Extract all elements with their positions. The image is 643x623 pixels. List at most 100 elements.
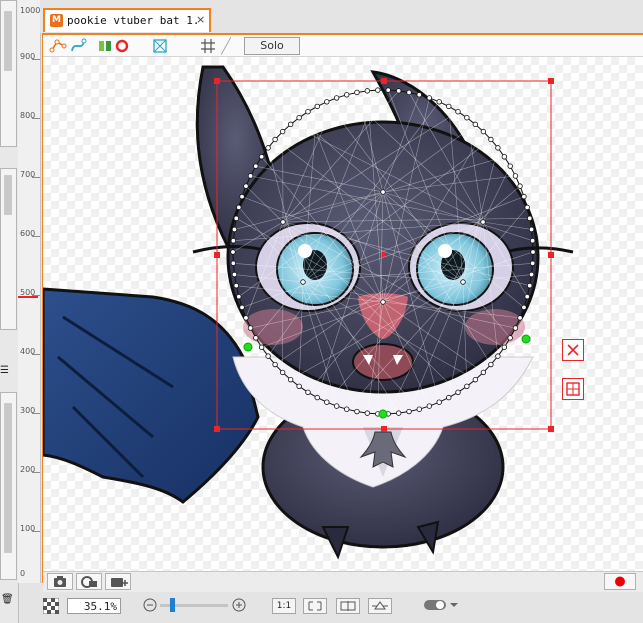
mesh-vertex[interactable] bbox=[253, 163, 259, 169]
mesh-vertex[interactable] bbox=[480, 128, 487, 135]
checker-icon[interactable] bbox=[42, 597, 60, 615]
mesh-vertex[interactable] bbox=[333, 403, 340, 409]
mesh-vertex[interactable] bbox=[480, 369, 487, 376]
mesh-vertex[interactable] bbox=[364, 410, 371, 416]
mesh-vertex[interactable] bbox=[426, 95, 433, 101]
mesh-vertex[interactable] bbox=[460, 279, 466, 285]
mesh-vertex[interactable] bbox=[512, 173, 519, 179]
mesh-vertex[interactable] bbox=[395, 410, 402, 416]
zoom-out-icon[interactable] bbox=[143, 598, 157, 612]
actual-size-button[interactable]: 1:1 bbox=[272, 598, 296, 614]
document-tab[interactable]: M pookie vtuber bat 1. × bbox=[43, 8, 211, 32]
camera-settings-icon[interactable] bbox=[76, 573, 102, 590]
mesh-vertex[interactable] bbox=[501, 344, 508, 350]
mesh-icon[interactable] bbox=[151, 37, 169, 55]
mesh-vertex[interactable] bbox=[300, 279, 306, 285]
mesh-vertex[interactable] bbox=[464, 383, 470, 390]
mesh-vertex[interactable] bbox=[406, 408, 412, 415]
mesh-vertex[interactable] bbox=[314, 103, 320, 110]
mesh-vertex[interactable] bbox=[528, 271, 535, 278]
zoom-in-icon[interactable] bbox=[232, 598, 246, 612]
mesh-vertex[interactable] bbox=[231, 271, 238, 278]
mesh-vertex[interactable] bbox=[380, 189, 386, 195]
mesh-vertex[interactable] bbox=[527, 215, 533, 222]
mesh-vertex[interactable] bbox=[455, 109, 461, 115]
mesh-vertex[interactable] bbox=[488, 361, 494, 368]
mesh-vertex[interactable] bbox=[279, 128, 286, 135]
mesh-vertex[interactable] bbox=[233, 282, 239, 289]
pin-handle[interactable] bbox=[378, 409, 388, 419]
mesh-vertex[interactable] bbox=[287, 121, 294, 128]
mesh-vertex[interactable] bbox=[446, 103, 452, 110]
mesh-vertex[interactable] bbox=[236, 293, 242, 300]
mesh-vertex[interactable] bbox=[354, 408, 360, 415]
left-panel-scrollbar[interactable] bbox=[4, 11, 12, 71]
mesh-vertex[interactable] bbox=[524, 204, 530, 211]
zoom-slider-thumb[interactable] bbox=[170, 598, 175, 612]
mesh-vertex[interactable] bbox=[258, 344, 265, 350]
mesh-vertex[interactable] bbox=[375, 87, 381, 93]
mesh-vertex[interactable] bbox=[296, 383, 302, 390]
mesh-vertex[interactable] bbox=[364, 88, 371, 94]
record-icon[interactable] bbox=[604, 573, 636, 590]
mesh-vertex[interactable] bbox=[455, 389, 461, 395]
close-icon[interactable]: × bbox=[196, 13, 205, 26]
mesh-vertex[interactable] bbox=[472, 376, 479, 383]
mesh-vertex[interactable] bbox=[253, 335, 259, 341]
flip-icon[interactable] bbox=[336, 598, 360, 614]
mesh-vertex[interactable] bbox=[501, 154, 508, 160]
mesh-vertex[interactable] bbox=[395, 88, 402, 94]
reset-icon[interactable] bbox=[368, 598, 392, 614]
mesh-vertex[interactable] bbox=[472, 121, 479, 128]
mesh-vertex[interactable] bbox=[314, 394, 320, 401]
mesh-vertex[interactable] bbox=[521, 304, 527, 311]
camera-add-icon[interactable] bbox=[105, 573, 131, 590]
warp-deformer-icon[interactable] bbox=[562, 378, 584, 400]
mesh-vertex[interactable] bbox=[258, 154, 265, 160]
mesh-vertex[interactable] bbox=[272, 361, 278, 368]
close-deformer-icon[interactable] bbox=[562, 339, 584, 361]
mesh-vertex[interactable] bbox=[495, 145, 501, 151]
panel-menu-icon[interactable]: ☰ bbox=[0, 365, 9, 376]
mesh-vertex[interactable] bbox=[324, 99, 330, 105]
mesh-vertex[interactable] bbox=[528, 226, 535, 233]
mesh-vertex[interactable] bbox=[446, 394, 452, 401]
mesh-vertex[interactable] bbox=[530, 249, 536, 255]
mesh-vertex[interactable] bbox=[406, 89, 412, 96]
deformer-path-icon[interactable] bbox=[49, 37, 67, 55]
mesh-vertex[interactable] bbox=[236, 204, 242, 211]
mesh-vertex[interactable] bbox=[247, 173, 254, 179]
mesh-vertex[interactable] bbox=[265, 353, 271, 359]
canvas-viewport[interactable] bbox=[43, 57, 643, 571]
toggle-icon[interactable] bbox=[422, 598, 460, 614]
mesh-vertex[interactable] bbox=[230, 237, 237, 244]
mesh-vertex[interactable] bbox=[521, 193, 527, 200]
mesh-vertex[interactable] bbox=[354, 89, 360, 96]
mesh-vertex[interactable] bbox=[527, 282, 533, 289]
solo-button[interactable]: Solo bbox=[244, 37, 300, 55]
mesh-vertex[interactable] bbox=[239, 304, 245, 311]
mesh-vertex[interactable] bbox=[464, 114, 470, 121]
mesh-vertex[interactable] bbox=[436, 399, 442, 405]
mesh-vertex[interactable] bbox=[385, 87, 391, 93]
mesh-vertex[interactable] bbox=[296, 114, 302, 121]
mesh-vertex[interactable] bbox=[231, 226, 238, 233]
mesh-vertex[interactable] bbox=[488, 136, 494, 143]
trash-icon[interactable]: 🗑 bbox=[1, 594, 14, 605]
mesh-vertex[interactable] bbox=[324, 399, 330, 405]
mesh-vertex[interactable] bbox=[287, 376, 294, 383]
mesh-vertex[interactable] bbox=[529, 237, 536, 244]
mesh-vertex[interactable] bbox=[247, 325, 254, 331]
mesh-vertex[interactable] bbox=[280, 219, 286, 225]
left-panel-scrollbar[interactable] bbox=[4, 403, 12, 553]
mesh-vertex[interactable] bbox=[507, 163, 513, 169]
pin-handle[interactable] bbox=[243, 342, 253, 352]
mesh-vertex[interactable] bbox=[524, 293, 530, 300]
mesh-vertex[interactable] bbox=[426, 403, 433, 409]
mesh-vertex[interactable] bbox=[243, 315, 249, 321]
mesh-vertex[interactable] bbox=[416, 406, 422, 412]
mesh-vertex[interactable] bbox=[495, 353, 501, 359]
left-panel-scrollbar[interactable] bbox=[4, 175, 12, 215]
mesh-vertex[interactable] bbox=[517, 183, 523, 189]
mesh-vertex[interactable] bbox=[230, 260, 237, 267]
